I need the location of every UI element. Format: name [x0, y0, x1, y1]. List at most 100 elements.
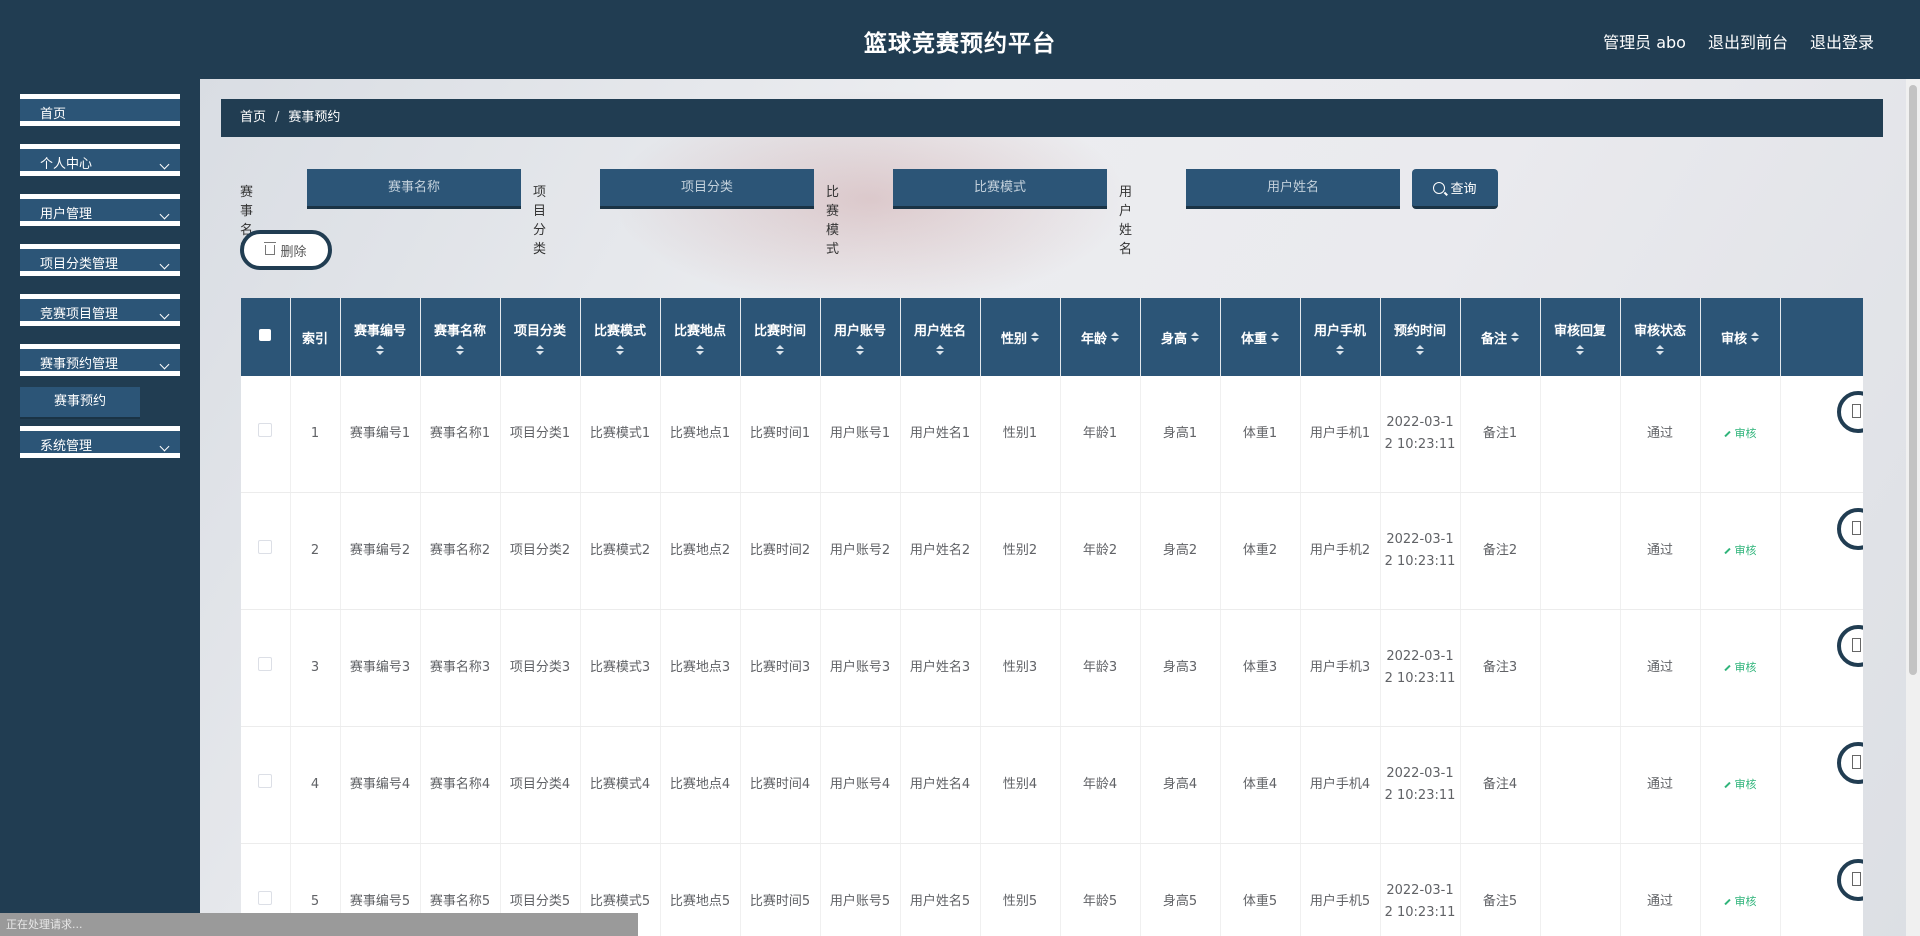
column-header[interactable]: 用户姓名	[900, 298, 981, 376]
view-details-button[interactable]	[1836, 859, 1863, 901]
mode-input[interactable]	[893, 169, 1107, 209]
search-button[interactable]: 查询	[1412, 169, 1498, 209]
cell-booking-time: 2022-03-12 10:23:11	[1380, 376, 1461, 493]
breadcrumb: 首页 / 赛事预约	[221, 99, 1883, 137]
view-details-button[interactable]	[1836, 508, 1863, 550]
sort-icon[interactable]	[936, 344, 944, 355]
audit-link[interactable]: 审核	[1723, 778, 1757, 791]
sort-icon[interactable]	[1031, 332, 1039, 342]
event-name-input[interactable]	[307, 169, 521, 209]
column-header[interactable]: 身高	[1140, 298, 1221, 376]
delete-button-label: 删除	[280, 244, 307, 260]
user-name-input[interactable]	[1186, 169, 1400, 209]
sort-icon[interactable]	[456, 344, 464, 355]
column-header[interactable]: 项目分类	[500, 298, 581, 376]
column-header[interactable]: 预约时间	[1380, 298, 1461, 376]
column-header[interactable]: 审核状态	[1620, 298, 1701, 376]
audit-link[interactable]: 审核	[1723, 661, 1757, 674]
sidebar-item-user-management[interactable]: 用户管理	[20, 194, 180, 226]
sort-icon[interactable]	[1751, 332, 1759, 342]
admin-user-label[interactable]: 管理员 abo	[1603, 29, 1686, 53]
column-header[interactable]: 赛事名称	[420, 298, 501, 376]
audit-link[interactable]: 审核	[1723, 895, 1757, 908]
sort-icon[interactable]	[536, 344, 544, 355]
sort-icon[interactable]	[1656, 344, 1664, 355]
cell-age: 年龄1	[1060, 376, 1141, 493]
sidebar-item-system-management[interactable]: 系统管理	[20, 426, 180, 458]
row-checkbox[interactable]	[258, 891, 273, 905]
category-input[interactable]	[600, 169, 814, 209]
chevron-down-icon	[159, 209, 170, 220]
sidebar-item-home[interactable]: 首页	[20, 94, 180, 126]
column-header[interactable]: 比赛模式	[580, 298, 661, 376]
sort-icon[interactable]	[616, 344, 624, 355]
cell-place: 比赛地点4	[660, 726, 741, 844]
audit-link[interactable]: 审核	[1723, 427, 1757, 440]
column-header[interactable]: 年龄	[1060, 298, 1141, 376]
cell-user-name: 用户姓名3	[900, 609, 981, 727]
sort-icon[interactable]	[856, 344, 864, 355]
table-row[interactable]: 4 赛事编号4 赛事名称4 项目分类4 比赛模式4 比赛地点4 比赛时间4 用户…	[241, 726, 1863, 844]
column-header[interactable]: 赛事编号	[340, 298, 421, 376]
sidebar-item-competition-management[interactable]: 竞赛项目管理	[20, 294, 180, 326]
row-checkbox[interactable]	[258, 540, 273, 554]
cell-event-no: 赛事编号3	[340, 609, 421, 727]
search-button-label: 查询	[1450, 182, 1477, 197]
view-details-button[interactable]	[1836, 742, 1863, 784]
audit-link[interactable]: 审核	[1723, 544, 1757, 557]
sidebar-item-personal-center[interactable]: 个人中心	[20, 144, 180, 176]
scrollbar-thumb[interactable]	[1909, 85, 1917, 675]
column-header[interactable]: 用户手机	[1300, 298, 1381, 376]
table-row[interactable]: 3 赛事编号3 赛事名称3 项目分类3 比赛模式3 比赛地点3 比赛时间3 用户…	[241, 609, 1863, 727]
cell-time: 比赛时间3	[740, 609, 821, 727]
sidebar-item-category-management[interactable]: 项目分类管理	[20, 244, 180, 276]
column-header-label: 赛事编号	[353, 323, 406, 339]
delete-button[interactable]: 删除	[240, 230, 332, 270]
actions-header	[1780, 298, 1863, 376]
cell-weight: 体重3	[1220, 609, 1301, 727]
sidebar-item-booking-management[interactable]: 赛事预约管理	[20, 344, 180, 376]
column-header[interactable]: 体重	[1220, 298, 1301, 376]
column-header[interactable]: 比赛地点	[660, 298, 741, 376]
sort-icon[interactable]	[776, 344, 784, 355]
logout-link[interactable]: 退出登录	[1810, 29, 1874, 53]
cell-index: 1	[290, 376, 341, 493]
sort-icon[interactable]	[376, 344, 384, 355]
cell-phone: 用户手机2	[1300, 492, 1381, 610]
select-all-checkbox[interactable]	[259, 329, 272, 341]
sort-icon[interactable]	[696, 344, 704, 355]
column-header[interactable]: 用户账号	[820, 298, 901, 376]
sort-icon[interactable]	[1576, 344, 1584, 355]
cell-reply	[1540, 843, 1621, 936]
sort-icon[interactable]	[1416, 344, 1424, 355]
cell-mode: 比赛模式3	[580, 609, 661, 727]
row-checkbox[interactable]	[258, 657, 273, 671]
cell-phone: 用户手机4	[1300, 726, 1381, 844]
column-header[interactable]: 审核	[1700, 298, 1781, 376]
view-details-button[interactable]	[1836, 391, 1863, 433]
exit-to-frontend-link[interactable]: 退出到前台	[1708, 29, 1788, 53]
row-checkbox[interactable]	[258, 423, 273, 437]
sort-icon[interactable]	[1511, 332, 1519, 342]
view-details-button[interactable]	[1836, 625, 1863, 667]
row-checkbox[interactable]	[258, 774, 273, 788]
cell-actions	[1780, 726, 1863, 844]
cell-mode: 比赛模式2	[580, 492, 661, 610]
sort-icon[interactable]	[1336, 344, 1344, 355]
sort-icon[interactable]	[1271, 332, 1279, 342]
cell-height: 身高3	[1140, 609, 1221, 727]
cell-age: 年龄3	[1060, 609, 1141, 727]
cell-account: 用户账号4	[820, 726, 901, 844]
sort-icon[interactable]	[1191, 332, 1199, 342]
submenu-item-event-booking[interactable]: 赛事预约	[20, 387, 140, 419]
breadcrumb-home[interactable]: 首页	[240, 110, 266, 125]
column-header[interactable]: 审核回复	[1540, 298, 1621, 376]
column-header[interactable]: 比赛时间	[740, 298, 821, 376]
sort-icon[interactable]	[1111, 332, 1119, 342]
column-header[interactable]: 备注	[1460, 298, 1541, 376]
page-scrollbar[interactable]	[1906, 79, 1920, 936]
table-row[interactable]: 2 赛事编号2 赛事名称2 项目分类2 比赛模式2 比赛地点2 比赛时间2 用户…	[241, 492, 1863, 610]
cell-height: 身高4	[1140, 726, 1221, 844]
column-header[interactable]: 性别	[980, 298, 1061, 376]
table-row[interactable]: 1 赛事编号1 赛事名称1 项目分类1 比赛模式1 比赛地点1 比赛时间1 用户…	[241, 376, 1863, 493]
